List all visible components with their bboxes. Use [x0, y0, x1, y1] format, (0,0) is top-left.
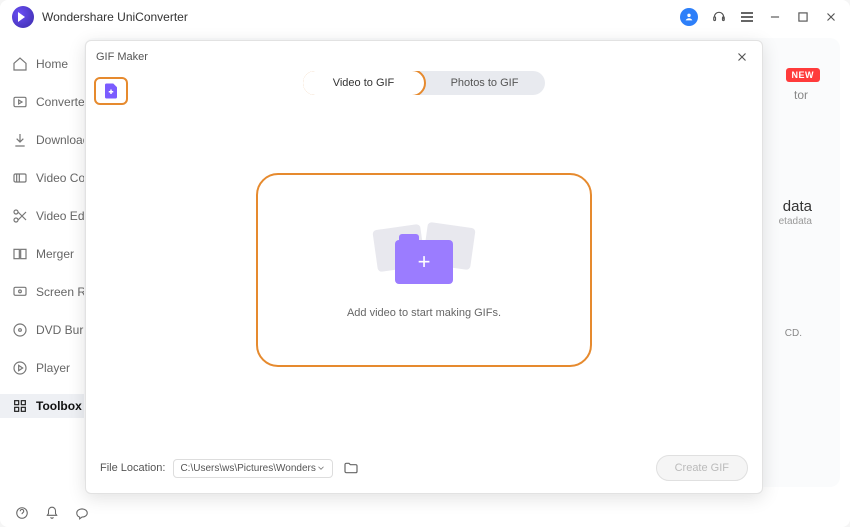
file-location-path: C:\Users\ws\Pictures\Wonders: [180, 463, 315, 474]
sidebar-item-label: Screen Recorder: [36, 285, 84, 299]
close-window-icon[interactable]: [824, 10, 838, 24]
tab-video-to-gif[interactable]: Video to GIF: [303, 71, 426, 95]
dropzone-text: Add video to start making GIFs.: [347, 307, 501, 319]
sidebar-item-downloader[interactable]: Downloader: [0, 128, 84, 152]
bg-fragment-tor: tor: [794, 88, 808, 102]
sidebar-item-recorder[interactable]: Screen Recorder: [0, 280, 84, 304]
titlebar: Wondershare UniConverter: [0, 0, 850, 34]
bg-fragment-metadata-title: data: [783, 198, 812, 215]
user-avatar-icon[interactable]: [680, 8, 698, 26]
sidebar-item-label: Home: [36, 57, 68, 71]
sidebar: Home Converter Downloader Video Compress…: [0, 34, 84, 497]
file-location-label: File Location:: [100, 462, 165, 474]
hamburger-menu-icon[interactable]: [740, 10, 754, 24]
notifications-icon[interactable]: [44, 505, 60, 521]
sidebar-item-label: Video Editor: [36, 209, 84, 223]
modal-title: GIF Maker: [96, 51, 148, 63]
sidebar-item-label: DVD Burner: [36, 323, 84, 337]
sidebar-item-merger[interactable]: Merger: [0, 242, 84, 266]
sidebar-item-label: Downloader: [36, 133, 84, 147]
sidebar-item-home[interactable]: Home: [0, 52, 84, 76]
sidebar-item-label: Converter: [36, 95, 84, 109]
close-modal-icon[interactable]: [732, 47, 752, 67]
modal-footer: File Location: C:\Users\ws\Pictures\Wond…: [86, 455, 762, 481]
sidebar-item-label: Merger: [36, 247, 74, 261]
bg-fragment-metadata-sub: etadata: [779, 216, 812, 227]
create-gif-button[interactable]: Create GIF: [656, 455, 748, 481]
support-icon[interactable]: [712, 10, 726, 24]
gif-maker-modal: GIF Maker Video to GIF Photos to GIF + A…: [85, 40, 763, 494]
sidebar-item-compressor[interactable]: Video Compressor: [0, 166, 84, 190]
dropzone[interactable]: + Add video to start making GIFs.: [256, 173, 592, 367]
sidebar-item-label: Video Compressor: [36, 171, 84, 185]
app-logo-icon: [12, 6, 34, 28]
sidebar-item-converter[interactable]: Converter: [0, 90, 84, 114]
bg-fragment-cd: CD.: [785, 328, 802, 339]
statusbar: [14, 505, 90, 521]
maximize-icon[interactable]: [796, 10, 810, 24]
help-icon[interactable]: [14, 505, 30, 521]
chevron-down-icon: [316, 463, 326, 473]
sidebar-item-editor[interactable]: Video Editor: [0, 204, 84, 228]
app-title: Wondershare UniConverter: [42, 10, 188, 24]
sidebar-item-label: Toolbox: [36, 399, 82, 413]
open-folder-icon[interactable]: [341, 458, 361, 478]
minimize-icon[interactable]: [768, 10, 782, 24]
folder-add-icon: +: [369, 221, 479, 291]
sidebar-item-label: Player: [36, 361, 70, 375]
sidebar-item-player[interactable]: Player: [0, 356, 84, 380]
tab-photos-to-gif[interactable]: Photos to GIF: [424, 71, 545, 95]
mode-tabs: Video to GIF Photos to GIF: [303, 71, 545, 95]
sidebar-item-toolbox[interactable]: Toolbox: [0, 394, 84, 418]
feedback-icon[interactable]: [74, 505, 90, 521]
file-location-select[interactable]: C:\Users\ws\Pictures\Wonders: [173, 459, 332, 478]
sidebar-item-dvd[interactable]: DVD Burner: [0, 318, 84, 342]
modal-header: GIF Maker: [86, 41, 762, 73]
new-badge: NEW: [786, 68, 821, 82]
add-file-button[interactable]: [94, 77, 128, 105]
app-window: Wondershare UniConverter Home Converter: [0, 0, 850, 527]
